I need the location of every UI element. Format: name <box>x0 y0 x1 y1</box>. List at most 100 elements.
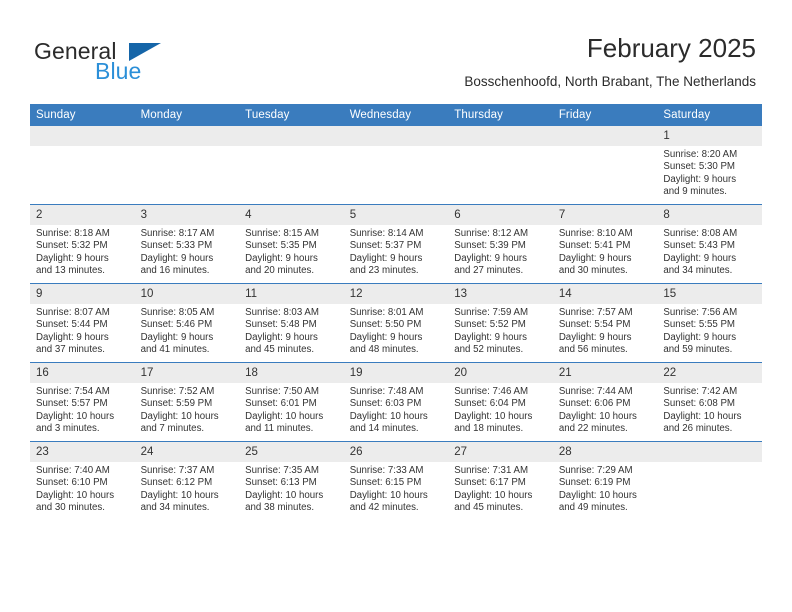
weekday-header-wednesday: Wednesday <box>343 104 449 126</box>
page-subtitle: Bosschenhoofd, North Brabant, The Nether… <box>464 74 756 89</box>
sunset-text: Sunset: 5:54 PM <box>558 319 631 331</box>
day-number: 23 <box>30 442 135 462</box>
sunrise-text: Sunrise: 8:12 AM <box>454 228 529 239</box>
sunrise-text: Sunrise: 8:20 AM <box>663 149 738 160</box>
calendar-day-cell[interactable] <box>239 126 344 205</box>
day-details: Sunrise: 7:29 AM Sunset: 6:19 PM Dayligh… <box>553 462 658 514</box>
daylight-text-line2: and 9 minutes. <box>663 185 727 197</box>
calendar-day-cell[interactable]: 6 Sunrise: 8:12 AM Sunset: 5:39 PM Dayli… <box>448 204 553 284</box>
calendar-week-row: 9 Sunrise: 8:07 AM Sunset: 5:44 PM Dayli… <box>30 283 762 363</box>
daylight-text-line2: and 42 minutes. <box>349 501 419 513</box>
daylight-text-line1: Daylight: 9 hours <box>663 173 737 185</box>
daylight-text-line1: Daylight: 9 hours <box>454 331 527 343</box>
sunrise-text: Sunrise: 7:46 AM <box>454 386 529 397</box>
day-number <box>134 126 240 146</box>
calendar-day-cell[interactable]: 3 Sunrise: 8:17 AM Sunset: 5:33 PM Dayli… <box>134 204 240 284</box>
calendar-day-cell[interactable]: 13 Sunrise: 7:59 AM Sunset: 5:52 PM Dayl… <box>448 283 553 363</box>
sunrise-text: Sunrise: 7:44 AM <box>558 386 633 397</box>
day-number <box>30 126 135 146</box>
daylight-text-line2: and 59 minutes. <box>663 343 733 355</box>
sunset-text: Sunset: 5:46 PM <box>140 319 213 331</box>
calendar-day-cell[interactable]: 21 Sunrise: 7:44 AM Sunset: 6:06 PM Dayl… <box>552 362 658 442</box>
day-details: Sunrise: 7:50 AM Sunset: 6:01 PM Dayligh… <box>239 383 344 435</box>
daylight-text-line1: Daylight: 9 hours <box>245 331 318 343</box>
calendar-day-cell[interactable]: 4 Sunrise: 8:15 AM Sunset: 5:35 PM Dayli… <box>239 204 344 284</box>
calendar-day-cell[interactable]: 25 Sunrise: 7:35 AM Sunset: 6:13 PM Dayl… <box>239 441 344 520</box>
calendar-day-cell[interactable]: 23 Sunrise: 7:40 AM Sunset: 6:10 PM Dayl… <box>30 441 135 520</box>
day-details: Sunrise: 7:35 AM Sunset: 6:13 PM Dayligh… <box>239 462 344 514</box>
calendar-day-cell[interactable]: 20 Sunrise: 7:46 AM Sunset: 6:04 PM Dayl… <box>448 362 553 442</box>
calendar-day-cell[interactable]: 14 Sunrise: 7:57 AM Sunset: 5:54 PM Dayl… <box>552 283 658 363</box>
sunrise-text: Sunrise: 8:03 AM <box>245 307 319 318</box>
calendar-day-cell[interactable]: 19 Sunrise: 7:48 AM Sunset: 6:03 PM Dayl… <box>343 362 449 442</box>
calendar-day-cell[interactable]: 17 Sunrise: 7:52 AM Sunset: 5:59 PM Dayl… <box>134 362 240 442</box>
day-number: 26 <box>343 442 449 462</box>
calendar-day-cell[interactable]: 16 Sunrise: 7:54 AM Sunset: 5:57 PM Dayl… <box>30 362 135 442</box>
day-number <box>239 126 344 146</box>
day-details: Sunrise: 8:03 AM Sunset: 5:48 PM Dayligh… <box>239 304 344 356</box>
sunrise-text: Sunrise: 8:08 AM <box>663 228 738 239</box>
calendar-day-cell[interactable] <box>448 126 553 205</box>
daylight-text-line2: and 30 minutes. <box>36 501 105 513</box>
sunrise-text: Sunrise: 8:15 AM <box>245 228 319 239</box>
calendar-day-cell[interactable]: 5 Sunrise: 8:14 AM Sunset: 5:37 PM Dayli… <box>343 204 449 284</box>
day-number: 20 <box>448 363 553 383</box>
daylight-text-line2: and 27 minutes. <box>454 264 524 276</box>
day-details: Sunrise: 7:37 AM Sunset: 6:12 PM Dayligh… <box>135 462 240 514</box>
daylight-text-line2: and 38 minutes. <box>245 501 315 513</box>
day-number <box>448 126 553 146</box>
calendar-day-cell[interactable] <box>134 126 240 205</box>
calendar-day-cell[interactable]: 12 Sunrise: 8:01 AM Sunset: 5:50 PM Dayl… <box>343 283 449 363</box>
calendar-day-cell[interactable]: 11 Sunrise: 8:03 AM Sunset: 5:48 PM Dayl… <box>239 283 344 363</box>
daylight-text-line2: and 26 minutes. <box>663 422 733 434</box>
daylight-text-line2: and 16 minutes. <box>140 264 210 276</box>
sunset-text: Sunset: 6:10 PM <box>36 477 108 489</box>
day-details: Sunrise: 8:14 AM Sunset: 5:37 PM Dayligh… <box>344 225 449 277</box>
weekday-header-tuesday: Tuesday <box>239 104 344 126</box>
calendar-day-cell[interactable] <box>30 126 135 205</box>
day-number: 11 <box>239 284 344 304</box>
calendar-day-cell[interactable] <box>552 126 658 205</box>
calendar-day-cell[interactable]: 28 Sunrise: 7:29 AM Sunset: 6:19 PM Dayl… <box>552 441 658 520</box>
sunrise-text: Sunrise: 8:14 AM <box>349 228 424 239</box>
sunrise-text: Sunrise: 8:07 AM <box>36 307 110 318</box>
daylight-text-line1: Daylight: 9 hours <box>36 331 109 343</box>
calendar-day-cell[interactable]: 24 Sunrise: 7:37 AM Sunset: 6:12 PM Dayl… <box>134 441 240 520</box>
general-blue-logo: General Blue <box>34 38 214 86</box>
calendar-day-cell[interactable]: 1 Sunrise: 8:20 AM Sunset: 5:30 PM Dayli… <box>657 126 762 205</box>
title-block: February 2025 Bosschenhoofd, North Braba… <box>464 33 756 91</box>
calendar-day-cell[interactable]: 15 Sunrise: 7:56 AM Sunset: 5:55 PM Dayl… <box>657 283 762 363</box>
sunrise-text: Sunrise: 8:17 AM <box>140 228 215 239</box>
day-number: 22 <box>657 363 762 383</box>
daylight-text-line1: Daylight: 10 hours <box>140 410 219 422</box>
day-details <box>553 146 658 149</box>
sunset-text: Sunset: 5:30 PM <box>663 161 735 173</box>
calendar-day-cell[interactable]: 18 Sunrise: 7:50 AM Sunset: 6:01 PM Dayl… <box>239 362 344 442</box>
daylight-text-line2: and 37 minutes. <box>36 343 105 355</box>
day-number: 28 <box>552 442 658 462</box>
sunrise-text: Sunrise: 7:52 AM <box>140 386 215 397</box>
calendar-day-cell[interactable]: 22 Sunrise: 7:42 AM Sunset: 6:08 PM Dayl… <box>657 362 762 442</box>
calendar-day-cell[interactable]: 7 Sunrise: 8:10 AM Sunset: 5:41 PM Dayli… <box>552 204 658 284</box>
calendar-day-cell[interactable]: 9 Sunrise: 8:07 AM Sunset: 5:44 PM Dayli… <box>30 283 135 363</box>
daylight-text-line1: Daylight: 9 hours <box>349 331 423 343</box>
sunset-text: Sunset: 5:41 PM <box>558 240 631 252</box>
calendar-body: 1 Sunrise: 8:20 AM Sunset: 5:30 PM Dayli… <box>30 126 762 520</box>
daylight-text-line1: Daylight: 10 hours <box>36 489 115 501</box>
daylight-text-line1: Daylight: 10 hours <box>558 410 637 422</box>
calendar-day-cell[interactable] <box>343 126 449 205</box>
daylight-text-line2: and 30 minutes. <box>558 264 628 276</box>
calendar-day-cell[interactable]: 8 Sunrise: 8:08 AM Sunset: 5:43 PM Dayli… <box>657 204 762 284</box>
calendar-day-cell[interactable]: 26 Sunrise: 7:33 AM Sunset: 6:15 PM Dayl… <box>343 441 449 520</box>
sunrise-text: Sunrise: 7:48 AM <box>349 386 424 397</box>
page-header: General Blue February 2025 Bosschenhoofd… <box>0 0 792 103</box>
daylight-text-line2: and 23 minutes. <box>349 264 419 276</box>
calendar-day-cell[interactable]: 2 Sunrise: 8:18 AM Sunset: 5:32 PM Dayli… <box>30 204 135 284</box>
calendar-day-cell[interactable]: 10 Sunrise: 8:05 AM Sunset: 5:46 PM Dayl… <box>134 283 240 363</box>
day-details: Sunrise: 7:31 AM Sunset: 6:17 PM Dayligh… <box>448 462 553 514</box>
calendar-day-cell[interactable] <box>657 441 762 520</box>
sunset-text: Sunset: 6:03 PM <box>349 398 422 410</box>
sunset-text: Sunset: 5:57 PM <box>36 398 108 410</box>
calendar-day-cell[interactable]: 27 Sunrise: 7:31 AM Sunset: 6:17 PM Dayl… <box>448 441 553 520</box>
daylight-text-line2: and 41 minutes. <box>140 343 210 355</box>
